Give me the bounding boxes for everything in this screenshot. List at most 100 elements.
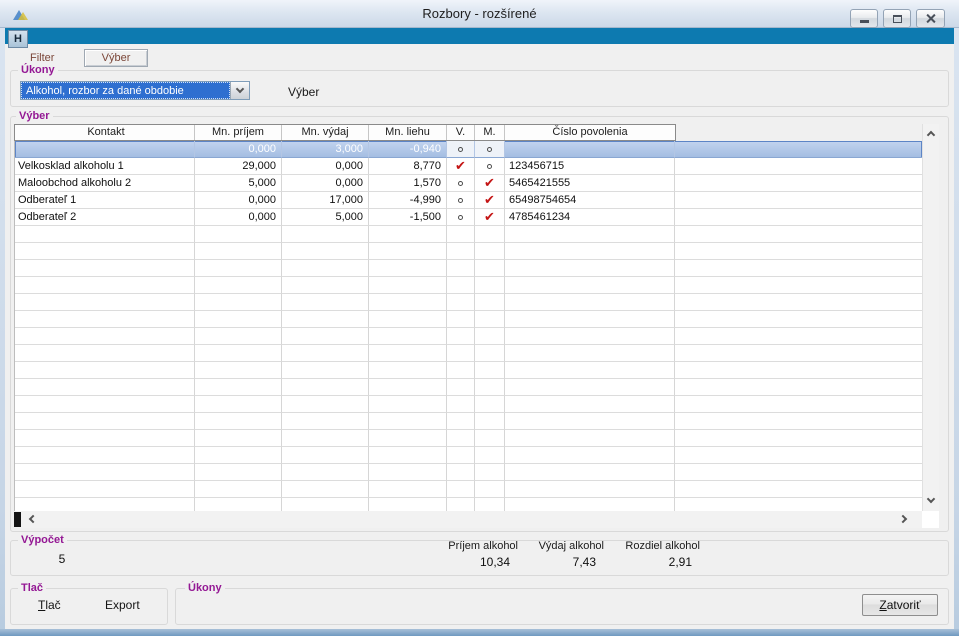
cell-filler: [675, 328, 922, 345]
cell-vydaj: [282, 345, 369, 362]
cell-prijem: [195, 481, 282, 498]
table-row[interactable]: [15, 226, 922, 243]
cell-liehu: [369, 243, 447, 260]
grid-body: 0,0003,000-0,940Velkosklad alkoholu 129,…: [14, 141, 922, 511]
table-row[interactable]: [15, 379, 922, 396]
cell-cislo: [505, 311, 675, 328]
combobox-dropdown-button[interactable]: [230, 82, 249, 99]
cell-v: [447, 226, 475, 243]
cell-cislo: [505, 498, 675, 511]
cell-vydaj: [282, 260, 369, 277]
column-header-cislo[interactable]: Číslo povolenia: [505, 125, 675, 140]
cell-v: [447, 192, 475, 209]
cell-kontakt: [15, 362, 195, 379]
export-button[interactable]: Export: [105, 598, 140, 612]
scroll-right-icon[interactable]: [899, 515, 907, 523]
restore-button[interactable]: [883, 9, 911, 28]
hscroll-thumb[interactable]: [14, 512, 21, 527]
cell-v: [447, 175, 475, 192]
cell-m: ✔: [475, 175, 505, 192]
table-row[interactable]: [15, 464, 922, 481]
cell-m: [475, 379, 505, 396]
cell-cislo: [505, 481, 675, 498]
cell-cislo: [505, 345, 675, 362]
cell-filler: [675, 226, 922, 243]
cell-cislo: [505, 362, 675, 379]
table-row[interactable]: [15, 396, 922, 413]
zatvorit-button[interactable]: Zatvoriť: [862, 594, 938, 616]
cell-cislo: [505, 413, 675, 430]
action-combobox[interactable]: Alkohol, rozbor za dané obdobie: [20, 81, 250, 100]
table-row[interactable]: [15, 345, 922, 362]
table-row[interactable]: [15, 311, 922, 328]
cell-prijem: [195, 243, 282, 260]
check-icon: ✔: [484, 209, 495, 224]
table-row[interactable]: [15, 430, 922, 447]
cell-liehu: [369, 311, 447, 328]
cell-cislo: [505, 396, 675, 413]
scroll-left-icon[interactable]: [29, 515, 37, 523]
cell-prijem: [195, 345, 282, 362]
tab-filter[interactable]: Filter: [30, 52, 54, 64]
scroll-up-icon[interactable]: [927, 131, 935, 139]
cell-vydaj: [282, 430, 369, 447]
cell-cislo: [505, 379, 675, 396]
table-row[interactable]: [15, 498, 922, 511]
table-row[interactable]: [15, 294, 922, 311]
check-icon: ✔: [484, 192, 495, 207]
cell-prijem: [195, 362, 282, 379]
cell-prijem: [195, 430, 282, 447]
table-row[interactable]: [15, 328, 922, 345]
close-button[interactable]: [916, 9, 945, 28]
circle-icon: [458, 198, 463, 203]
cell-m: [475, 481, 505, 498]
table-row[interactable]: 0,0003,000-0,940: [15, 141, 922, 158]
cell-v: [447, 396, 475, 413]
scroll-down-icon[interactable]: [927, 495, 935, 503]
table-row[interactable]: Odberateľ 20,0005,000-1,500✔4785461234: [15, 209, 922, 226]
cell-vydaj: 0,000: [282, 175, 369, 192]
window-frame-bottom: [0, 629, 959, 636]
cell-v: ✔: [447, 158, 475, 175]
table-row[interactable]: [15, 260, 922, 277]
cell-m: [475, 260, 505, 277]
minimize-button[interactable]: [850, 9, 878, 28]
table-row[interactable]: [15, 243, 922, 260]
cell-filler: [675, 413, 922, 430]
cell-liehu: 1,570: [369, 175, 447, 192]
cell-vydaj: 5,000: [282, 209, 369, 226]
cell-kontakt: [15, 464, 195, 481]
vertical-scrollbar[interactable]: [922, 124, 939, 511]
cell-filler: [675, 141, 922, 158]
horizontal-scrollbar[interactable]: [14, 511, 922, 528]
table-row[interactable]: Maloobchod alkoholu 25,0000,0001,570✔546…: [15, 175, 922, 192]
cell-v: [447, 277, 475, 294]
cell-kontakt: [15, 413, 195, 430]
tab-vyber[interactable]: Výber: [84, 49, 148, 67]
column-header-vydaj[interactable]: Mn. výdaj: [282, 125, 369, 140]
cell-liehu: [369, 447, 447, 464]
column-header-kontakt[interactable]: Kontakt: [15, 125, 195, 140]
cell-m: [475, 158, 505, 175]
table-row[interactable]: Velkosklad alkoholu 129,0000,0008,770✔12…: [15, 158, 922, 175]
table-row[interactable]: [15, 447, 922, 464]
cell-vydaj: 3,000: [282, 141, 369, 158]
cell-liehu: [369, 430, 447, 447]
ukony-group-label: Úkony: [18, 64, 58, 76]
column-header-prijem[interactable]: Mn. príjem: [195, 125, 282, 140]
table-row[interactable]: [15, 481, 922, 498]
table-row[interactable]: [15, 362, 922, 379]
table-row[interactable]: [15, 413, 922, 430]
print-button[interactable]: Tlač: [38, 598, 61, 612]
column-header-liehu[interactable]: Mn. liehu: [369, 125, 447, 140]
cell-prijem: [195, 413, 282, 430]
table-row[interactable]: [15, 277, 922, 294]
cell-liehu: [369, 328, 447, 345]
column-header-m[interactable]: M.: [475, 125, 505, 140]
h-toolbar-button[interactable]: H: [8, 30, 28, 48]
title-bar[interactable]: Rozbory - rozšírené: [0, 0, 959, 28]
cell-filler: [675, 464, 922, 481]
cell-liehu: [369, 294, 447, 311]
table-row[interactable]: Odberateľ 10,00017,000-4,990✔65498754654: [15, 192, 922, 209]
column-header-v[interactable]: V.: [447, 125, 475, 140]
